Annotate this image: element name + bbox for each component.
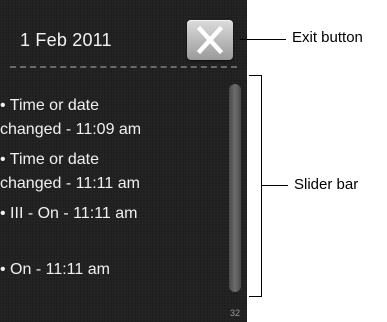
event-text-line: • Time or date [0, 97, 99, 114]
exit-button[interactable] [187, 20, 233, 60]
diagram-stage: 1 Feb 2011 • Time or date changed - 11:0… [0, 0, 387, 322]
close-icon [196, 25, 224, 55]
event-text-line: changed - 11:11 am [0, 175, 140, 192]
list-item: • III - On - 11:11 am [0, 202, 138, 226]
event-text-line: changed - 11:09 am [0, 121, 142, 138]
page-number: 32 [229, 308, 240, 318]
event-text-line: • On - 11:11 am [0, 261, 110, 278]
event-text-line: • III - On - 11:11 am [0, 205, 138, 222]
date-label: 1 Feb 2011 [20, 30, 112, 50]
list-item: • Time or date changed - 11:09 am [0, 94, 141, 142]
slider-bracket-vertical [261, 75, 262, 297]
exit-button-callout-label: Exit button [292, 29, 363, 46]
slider-bracket-bottom [249, 296, 261, 297]
slider-bar[interactable] [229, 84, 241, 292]
slider-bar-callout-line [262, 185, 288, 186]
event-log-screen: 1 Feb 2011 • Time or date changed - 11:0… [0, 0, 247, 322]
screen-header: 1 Feb 2011 [0, 0, 247, 66]
exit-button-callout-line [240, 39, 286, 40]
list-item: • Time or date changed - 11:11 am [0, 148, 140, 196]
slider-bar-callout-label: Slider bar [294, 176, 359, 193]
list-item: • On - 11:11 am [0, 258, 110, 282]
event-text-line: • Time or date [0, 151, 99, 168]
slider-bracket-top [249, 75, 261, 76]
header-divider [10, 66, 237, 68]
